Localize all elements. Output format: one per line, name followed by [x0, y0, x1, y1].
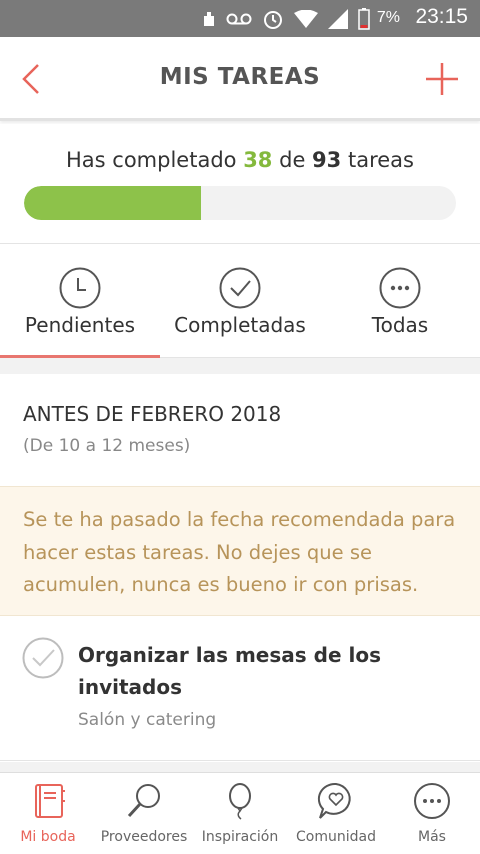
task-checkbox[interactable]: [22, 637, 64, 679]
clock-icon: [59, 267, 101, 309]
tab-label-pendientes: Pendientes: [24, 313, 136, 337]
chat-heart-icon: [317, 782, 351, 819]
nav-mi-boda[interactable]: Mi boda: [0, 773, 96, 854]
task-group-subtitle: (De 10 a 12 meses): [23, 436, 191, 456]
notification-icon: [204, 11, 214, 26]
progress-text-after: tareas: [347, 148, 414, 172]
status-icons: [202, 0, 370, 37]
nav-comunidad[interactable]: Comunidad: [288, 773, 384, 854]
tab-todas[interactable]: Todas: [320, 245, 480, 357]
nav-label-proveedores: Proveedores: [100, 829, 188, 845]
task-category: Salón y catering: [78, 710, 217, 730]
progress-text-middle: de: [279, 148, 306, 172]
nav-label-mas: Más: [418, 829, 446, 845]
task-group-header: ANTES DE FEBRERO 2018 (De 10 a 12 meses): [0, 374, 480, 486]
completed-count: 38: [243, 148, 273, 172]
nav-label-mi-boda: Mi boda: [20, 829, 76, 845]
battery-icon: [358, 7, 370, 30]
task-group-title: ANTES DE FEBRERO 2018: [23, 402, 282, 426]
nav-label-inspiracion: Inspiración: [201, 829, 279, 845]
status-bar: 7% 23:15: [0, 0, 480, 37]
task-filter-tabs: Pendientes Completadas Todas: [0, 245, 480, 358]
nav-proveedores[interactable]: Proveedores: [96, 773, 192, 854]
task-title: Organizar las mesas de los invitados: [78, 643, 381, 699]
overdue-warning: Se te ha pasado la fecha recomendada par…: [0, 486, 480, 616]
more-circle-icon: [379, 267, 421, 309]
add-task-button[interactable]: [422, 59, 462, 99]
section-divider: [0, 358, 480, 374]
tab-label-completadas: Completadas: [174, 313, 306, 337]
more-circle-icon: [414, 783, 450, 819]
overdue-warning-text: Se te ha pasado la fecha recomendada par…: [23, 508, 456, 596]
alarm-icon: [264, 10, 282, 29]
bottom-navigation: Mi boda Proveedores Inspiración Comunida…: [0, 772, 480, 854]
balloon-icon: [229, 783, 251, 820]
voicemail-icon: [226, 13, 252, 24]
list-bottom-gap: [0, 762, 480, 772]
battery-percent: 7%: [376, 9, 400, 26]
clock-time: 23:15: [415, 5, 468, 28]
plus-icon: [426, 63, 458, 95]
nav-inspiracion[interactable]: Inspiración: [192, 773, 288, 854]
signal-icon: [328, 8, 348, 29]
notebook-icon: [35, 784, 65, 818]
progress-section: Has completado 38 de 93 tareas: [0, 124, 480, 244]
nav-label-comunidad: Comunidad: [296, 829, 376, 845]
total-count: 93: [312, 148, 342, 172]
tab-label-todas: Todas: [371, 313, 429, 337]
search-icon: [127, 784, 160, 818]
page-title: MIS TAREAS: [159, 64, 321, 90]
nav-mas[interactable]: Más: [384, 773, 480, 854]
progress-text-before: Has completado: [66, 148, 237, 172]
tab-completadas[interactable]: Completadas: [160, 245, 320, 357]
tab-pendientes[interactable]: Pendientes: [0, 245, 160, 358]
wifi-icon: [294, 9, 318, 28]
progress-bar-fill: [24, 186, 201, 220]
progress-bar: [24, 186, 456, 220]
check-circle-icon: [219, 267, 261, 309]
app-header: MIS TAREAS: [0, 37, 480, 121]
task-item[interactable]: Organizar las mesas de los invitados Sal…: [0, 617, 480, 761]
progress-summary: Has completado 38 de 93 tareas: [0, 148, 480, 172]
